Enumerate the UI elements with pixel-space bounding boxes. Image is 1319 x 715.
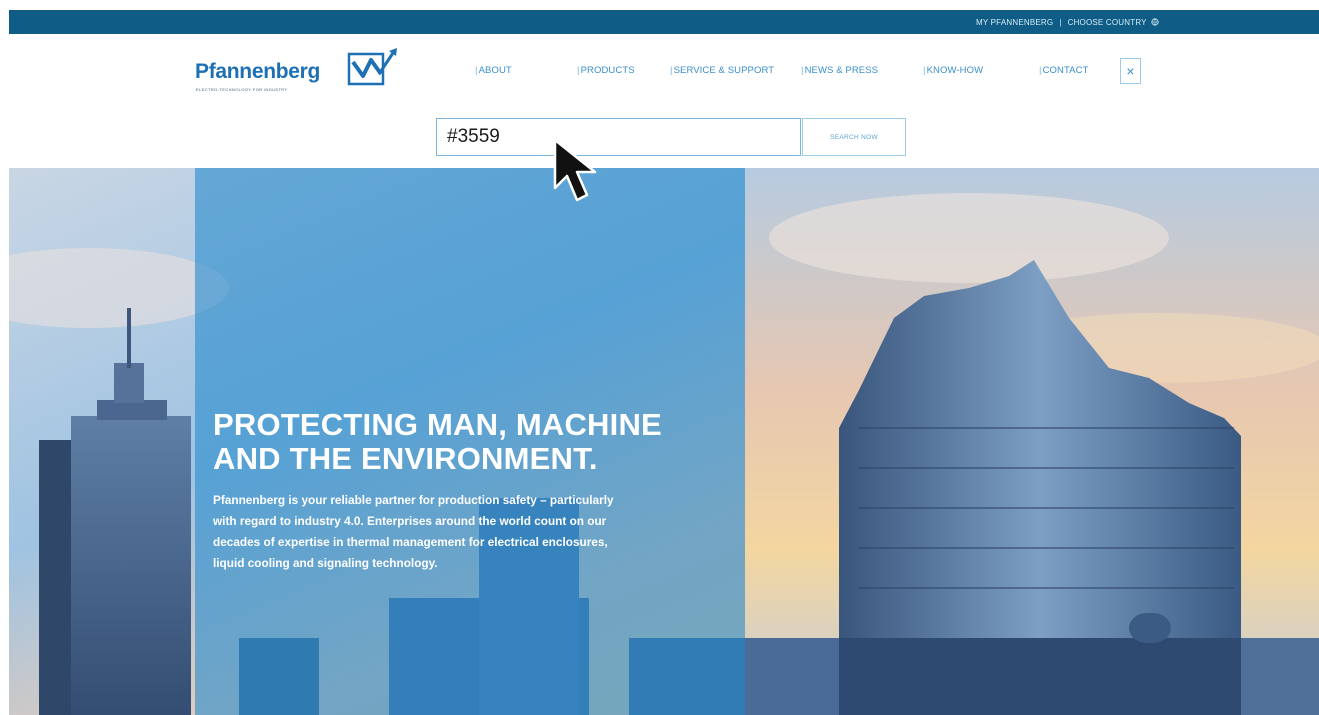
nav-item-know-how[interactable]: |KNOW-HOW xyxy=(923,65,983,76)
close-search-button[interactable]: × xyxy=(1120,58,1141,84)
logo-mark-icon xyxy=(347,48,397,86)
logo-tagline: ELECTRO-TECHNOLOGY FOR INDUSTRY xyxy=(196,87,288,92)
hero-title: PROTECTING MAN, MACHINE AND THE ENVIRONM… xyxy=(213,408,753,476)
nav-item-contact[interactable]: |CONTACT xyxy=(1039,65,1089,76)
nav-item-service-support[interactable]: |SERVICE & SUPPORT xyxy=(670,65,774,76)
choose-country-link[interactable]: CHOOSE COUNTRY xyxy=(1068,18,1159,27)
close-icon: × xyxy=(1126,63,1135,79)
search-now-button[interactable]: SEARCH NOW xyxy=(802,118,906,156)
nav-item-news-press[interactable]: |NEWS & PRESS xyxy=(801,65,878,76)
hero-text-line: with regard to industry 4.0. Enterprises… xyxy=(213,514,607,528)
nav-item-label: SERVICE & SUPPORT xyxy=(673,65,775,76)
hero-banner: PROTECTING MAN, MACHINE AND THE ENVIRONM… xyxy=(9,168,1319,715)
nav-item-label: NEWS & PRESS xyxy=(804,65,879,76)
nav-item-label: CONTACT xyxy=(1042,65,1089,76)
utility-bar: MY PFANNENBERG | CHOOSE COUNTRY xyxy=(9,10,1319,34)
hero-text-line: Pfannenberg is your reliable partner for… xyxy=(213,493,614,507)
hero-title-line: PROTECTING MAN, MACHINE xyxy=(213,407,662,442)
my-account-link[interactable]: MY PFANNENBERG xyxy=(976,18,1053,27)
nav-item-about[interactable]: |ABOUT xyxy=(475,65,512,76)
pfannenberg-logo[interactable]: Pfannenberg ELECTRO-TECHNOLOGY FOR INDUS… xyxy=(195,48,405,98)
hero-text-line: decades of expertise in thermal manageme… xyxy=(213,535,608,549)
mouse-pointer-icon xyxy=(553,138,597,202)
nav-item-products[interactable]: |PRODUCTS xyxy=(577,65,635,76)
browser-page: MY PFANNENBERG | CHOOSE COUNTRY Pfannenb… xyxy=(9,10,1319,715)
globe-icon xyxy=(1151,18,1159,26)
choose-country-label: CHOOSE COUNTRY xyxy=(1067,18,1147,27)
site-header: Pfannenberg ELECTRO-TECHNOLOGY FOR INDUS… xyxy=(9,34,1319,168)
nav-item-label: KNOW-HOW xyxy=(926,65,984,76)
hero-description: Pfannenberg is your reliable partner for… xyxy=(213,490,743,574)
hero-text-line: liquid cooling and signaling technology. xyxy=(213,556,438,570)
utility-separator: | xyxy=(1059,18,1062,27)
hero-title-line: AND THE ENVIRONMENT. xyxy=(213,441,598,476)
logo-wordmark: Pfannenberg xyxy=(195,60,321,83)
nav-item-label: PRODUCTS xyxy=(580,65,635,76)
utility-links: MY PFANNENBERG | CHOOSE COUNTRY xyxy=(976,18,1159,27)
nav-item-label: ABOUT xyxy=(478,65,512,76)
